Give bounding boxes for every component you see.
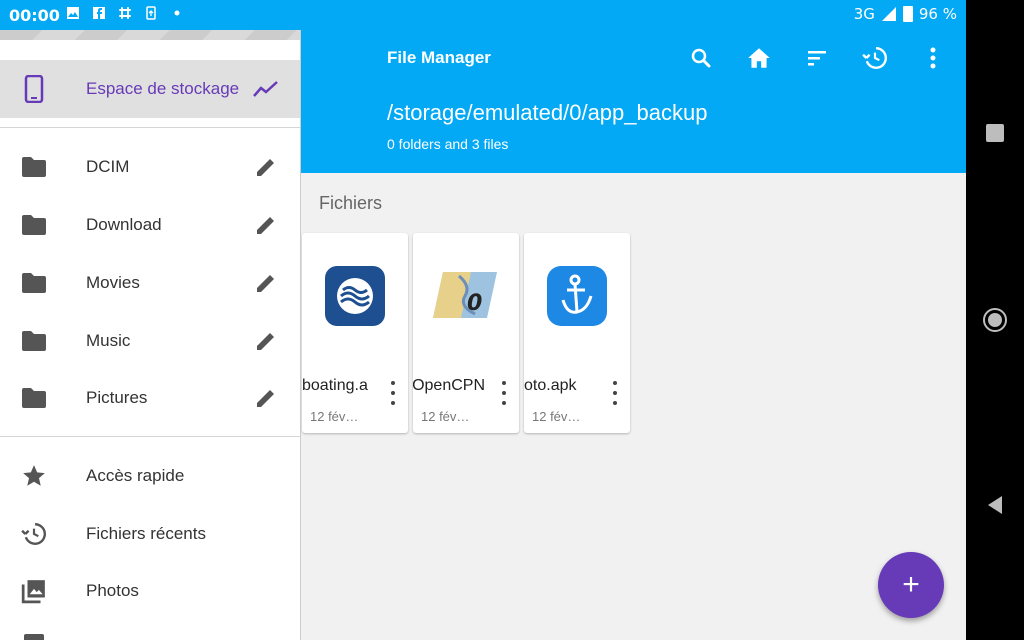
file-name: oto.apk: [524, 377, 577, 394]
current-path: /storage/emulated/0/app_backup: [387, 100, 708, 125]
status-right: 3G 96 %: [854, 5, 957, 23]
image-icon: [66, 6, 80, 20]
more-vert-icon[interactable]: [914, 42, 952, 74]
drawer-item-label: Music: [86, 331, 131, 350]
file-date: 12 fév…: [310, 409, 359, 424]
slack-icon: [118, 6, 132, 20]
navigation-drawer: Espace de stockage DCIM Download Movies …: [0, 30, 301, 640]
folder-icon: [20, 327, 48, 355]
file-card[interactable]: boating.a 12 fév…: [302, 233, 408, 433]
svg-text:0: 0: [467, 291, 482, 316]
drawer-item-label: Espace de stockage: [86, 79, 240, 98]
notification-icons: [66, 6, 184, 20]
drawer-item-quick-access[interactable]: Accès rapide: [0, 447, 300, 505]
drawer-item-movies[interactable]: Movies: [0, 254, 300, 312]
screen: 00:00 3G 96 % File Manager /storage/emul…: [0, 0, 966, 640]
file-date: 12 fév…: [421, 409, 470, 424]
phone-icon: [20, 75, 48, 103]
drawer-item-label: DCIM: [86, 157, 130, 176]
facebook-icon: [92, 6, 106, 20]
drawer-item-label: Download: [86, 215, 162, 234]
network-label: 3G: [853, 5, 875, 23]
history-icon[interactable]: [856, 42, 894, 74]
photos-icon: [20, 577, 48, 605]
history-icon: [20, 520, 48, 548]
drawer-item-dcim[interactable]: DCIM: [0, 138, 300, 196]
drawer-item-label: Movies: [86, 273, 140, 292]
opencpn-icon: 0: [413, 233, 519, 358]
file-menu-button[interactable]: [497, 381, 511, 405]
trending-icon[interactable]: [252, 75, 280, 103]
app-title: File Manager: [387, 48, 491, 67]
partial-drawer-icon: [24, 634, 44, 640]
drawer-item-label: Photos: [86, 581, 139, 600]
folder-icon: [20, 384, 48, 412]
recents-button[interactable]: [985, 123, 1005, 143]
search-icon[interactable]: [682, 42, 720, 74]
drawer-item-photos[interactable]: Photos: [0, 562, 300, 620]
sync-icon: [144, 6, 158, 20]
folder-icon: [20, 153, 48, 181]
files-section-label: Fichiers: [319, 193, 383, 213]
signal-icon: [881, 7, 896, 21]
folder-summary: 0 folders and 3 files: [387, 136, 509, 152]
status-bar: 00:00 3G 96 %: [0, 0, 966, 30]
anchor-app-icon: [524, 233, 630, 358]
drawer-item-label: Accès rapide: [86, 466, 185, 485]
file-menu-button[interactable]: [608, 381, 622, 405]
sort-icon[interactable]: [798, 42, 836, 74]
navionics-icon: [302, 233, 408, 358]
home-icon[interactable]: [740, 42, 778, 74]
drawer-item-label: Pictures: [86, 388, 148, 407]
drawer-header: [0, 30, 300, 40]
drawer-item-pictures[interactable]: Pictures: [0, 369, 300, 427]
toolbar-actions: [682, 42, 952, 74]
drawer-divider: [0, 436, 300, 437]
folder-icon: [20, 211, 48, 239]
edit-icon[interactable]: [252, 153, 280, 181]
file-name: OpenCPN: [413, 377, 485, 394]
system-nav-bar: [966, 0, 1024, 640]
folder-icon: [20, 269, 48, 297]
drawer-divider: [0, 127, 300, 128]
drawer-item-storage[interactable]: Espace de stockage: [0, 60, 300, 118]
file-menu-button[interactable]: [386, 381, 400, 405]
drawer-item-label: Fichiers récents: [86, 524, 206, 543]
add-fab-button[interactable]: +: [878, 552, 944, 618]
drawer-item-download[interactable]: Download: [0, 196, 300, 254]
file-card[interactable]: 0 OpenCPN 12 fév…: [413, 233, 519, 433]
file-card[interactable]: oto.apk 12 fév…: [524, 233, 630, 433]
battery-icon: [902, 6, 913, 22]
dot-icon: [170, 6, 184, 20]
edit-icon[interactable]: [252, 327, 280, 355]
status-time: 00:00: [9, 6, 60, 25]
edit-icon[interactable]: [252, 269, 280, 297]
drawer-item-music[interactable]: Music: [0, 312, 300, 370]
edit-icon[interactable]: [252, 384, 280, 412]
file-date: 12 fév…: [532, 409, 581, 424]
battery-level: 96 %: [918, 5, 957, 23]
home-button[interactable]: [982, 307, 1008, 333]
file-name: boating.a: [302, 377, 368, 394]
edit-icon[interactable]: [252, 211, 280, 239]
star-icon: [20, 462, 48, 490]
back-button[interactable]: [985, 495, 1005, 515]
drawer-item-recent-files[interactable]: Fichiers récents: [0, 505, 300, 563]
